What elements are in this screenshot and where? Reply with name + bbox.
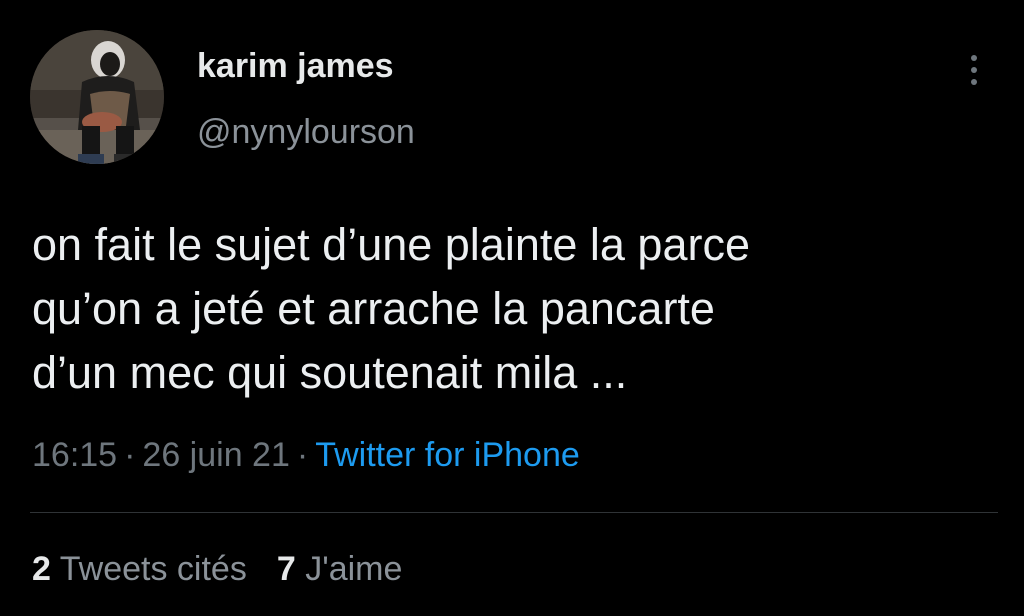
like-label: J'aime bbox=[305, 550, 403, 588]
avatar-photo bbox=[30, 30, 164, 164]
tweet-text-line: d’un mec qui soutenait mila ... bbox=[32, 347, 628, 398]
meta-separator: · bbox=[296, 436, 309, 474]
author-handle[interactable]: @nynylourson bbox=[197, 113, 415, 152]
meta-separator: · bbox=[124, 436, 136, 474]
more-vertical-icon bbox=[971, 79, 977, 85]
likes-stat[interactable]: 7 J'aime bbox=[277, 550, 403, 588]
tweet-date[interactable]: 26 juin 21 bbox=[142, 436, 289, 474]
tweet-metadata: 16:15 · 26 juin 21 · Twitter for iPhone bbox=[32, 436, 580, 475]
quote-label: Tweets cités bbox=[59, 550, 247, 588]
tweet-text: on fait le sujet d’une plainte la parce … bbox=[32, 213, 1002, 405]
tweet-stats: 2 Tweets cités 7 J'aime bbox=[32, 550, 402, 589]
author-display-name[interactable]: karim james bbox=[197, 47, 394, 86]
more-vertical-icon bbox=[971, 67, 977, 73]
like-count: 7 bbox=[276, 550, 296, 588]
tweet-text-line: qu’on a jeté et arrache la pancarte bbox=[32, 283, 715, 334]
quote-count: 2 bbox=[32, 550, 51, 588]
divider bbox=[30, 512, 998, 513]
tweet-text-line: on fait le sujet d’une plainte la parce bbox=[32, 219, 750, 270]
more-vertical-icon bbox=[971, 55, 977, 61]
quote-tweets-stat[interactable]: 2 Tweets cités bbox=[32, 550, 247, 588]
tweet-source-link[interactable]: Twitter for iPhone bbox=[315, 436, 580, 474]
more-options-button[interactable] bbox=[950, 46, 998, 94]
tweet-time[interactable]: 16:15 bbox=[32, 436, 117, 474]
avatar[interactable] bbox=[30, 30, 164, 164]
